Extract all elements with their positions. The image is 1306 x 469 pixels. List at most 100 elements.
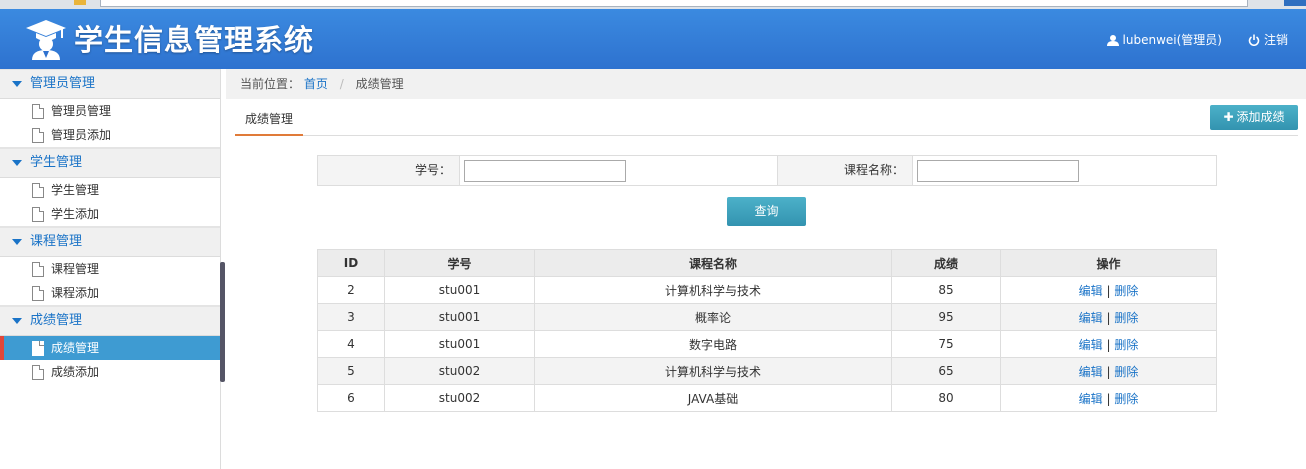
- delete-link[interactable]: 删除: [1114, 365, 1138, 379]
- cell-actions: 编辑 | 删除: [1000, 357, 1217, 385]
- caret-down-icon: [12, 81, 22, 87]
- browser-favicon-icon: [74, 0, 86, 5]
- cell-actions: 编辑 | 删除: [1000, 330, 1217, 358]
- sidebar-resize-handle[interactable]: [220, 262, 225, 382]
- graduate-cap-icon: [26, 20, 66, 60]
- edit-link[interactable]: 编辑: [1079, 284, 1103, 298]
- student-id-label: 学号：: [318, 156, 459, 185]
- cell-score: 65: [891, 357, 1001, 385]
- table-header-row: ID 学号 课程名称 成绩 操作: [317, 249, 1217, 277]
- column-header-course: 课程名称: [534, 249, 892, 277]
- cell-student-id: stu002: [384, 384, 535, 412]
- table-row: 2 stu001 计算机科学与技术 85 编辑 | 删除: [317, 276, 1217, 304]
- breadcrumb-prefix: 当前位置：: [240, 77, 301, 91]
- sidebar-item-score-add[interactable]: 成绩添加: [0, 360, 220, 384]
- cell-score: 80: [891, 384, 1001, 412]
- document-icon: [32, 261, 44, 277]
- sidebar-item-admin-manage[interactable]: 管理员管理: [0, 99, 220, 123]
- sidebar-group-student: 学生管理 学生管理 学生添加: [0, 148, 220, 227]
- current-user-label: lubenwei(管理员): [1122, 33, 1222, 47]
- logout-label: 注销: [1263, 33, 1288, 47]
- table-row: 4 stu001 数字电路 75 编辑 | 删除: [317, 330, 1217, 358]
- cell-student-id: stu001: [384, 303, 535, 331]
- current-user[interactable]: lubenwei(管理员): [1106, 31, 1222, 48]
- document-icon: [32, 285, 44, 301]
- document-icon: [32, 206, 44, 222]
- power-icon: [1248, 34, 1260, 46]
- delete-link[interactable]: 删除: [1114, 284, 1138, 298]
- course-name-label: 课程名称：: [778, 156, 912, 185]
- table-row: 6 stu002 JAVA基础 80 编辑 | 删除: [317, 384, 1217, 412]
- main-content: 当前位置： 首页 / 成绩管理 成绩管理 ✚ 添加成绩 学号： 课程名称： 查询 …: [226, 69, 1306, 469]
- document-icon: [32, 364, 44, 380]
- sidebar: 管理员管理 管理员管理 管理员添加 学生管理 学生管理 学生添加 课程管理 课程…: [0, 69, 221, 469]
- delete-link[interactable]: 删除: [1114, 311, 1138, 325]
- student-id-input[interactable]: [464, 159, 626, 182]
- delete-link[interactable]: 删除: [1114, 392, 1138, 406]
- sidebar-item-course-manage[interactable]: 课程管理: [0, 257, 220, 281]
- sidebar-item-admin-add[interactable]: 管理员添加: [0, 123, 220, 147]
- cell-id: 6: [317, 384, 385, 412]
- cell-actions: 编辑 | 删除: [1000, 303, 1217, 331]
- cell-id: 3: [317, 303, 385, 331]
- delete-link[interactable]: 删除: [1114, 338, 1138, 352]
- cell-score: 85: [891, 276, 1001, 304]
- query-button[interactable]: 查询: [727, 197, 806, 226]
- document-icon: [32, 103, 44, 119]
- sidebar-item-student-manage[interactable]: 学生管理: [0, 178, 220, 202]
- caret-down-icon: [12, 318, 22, 324]
- sidebar-group-title[interactable]: 课程管理: [0, 227, 220, 257]
- cell-course: JAVA基础: [534, 384, 892, 412]
- browser-strip: [0, 0, 1306, 9]
- logout-button[interactable]: 注销: [1248, 31, 1288, 48]
- sidebar-group-title[interactable]: 成绩管理: [0, 306, 220, 336]
- sidebar-group-score: 成绩管理 成绩管理 成绩添加: [0, 306, 220, 384]
- plus-icon: ✚: [1223, 110, 1234, 124]
- caret-down-icon: [12, 160, 22, 166]
- sidebar-group-title[interactable]: 管理员管理: [0, 69, 220, 99]
- column-header-id: ID: [317, 249, 385, 277]
- edit-link[interactable]: 编辑: [1079, 338, 1103, 352]
- sidebar-group-course: 课程管理 课程管理 课程添加: [0, 227, 220, 306]
- student-id-cell: [459, 156, 778, 185]
- edit-link[interactable]: 编辑: [1079, 392, 1103, 406]
- browser-extension-icon[interactable]: [1284, 0, 1306, 6]
- add-score-button[interactable]: ✚ 添加成绩: [1210, 105, 1298, 130]
- tab-score-manage[interactable]: 成绩管理: [235, 105, 304, 136]
- breadcrumb-current: 成绩管理: [355, 77, 404, 91]
- user-icon: [1106, 34, 1119, 46]
- sidebar-group-admin: 管理员管理 管理员管理 管理员添加: [0, 69, 220, 148]
- column-header-actions: 操作: [1000, 249, 1217, 277]
- breadcrumb-home-link[interactable]: 首页: [304, 77, 328, 91]
- document-icon: [32, 127, 44, 143]
- sidebar-item-score-manage[interactable]: 成绩管理: [0, 336, 220, 360]
- sidebar-item-student-add[interactable]: 学生添加: [0, 202, 220, 226]
- address-bar[interactable]: [100, 0, 1248, 7]
- cell-student-id: stu001: [384, 276, 535, 304]
- table-row: 3 stu001 概率论 95 编辑 | 删除: [317, 303, 1217, 331]
- edit-link[interactable]: 编辑: [1079, 311, 1103, 325]
- breadcrumb: 当前位置： 首页 / 成绩管理: [226, 69, 1306, 99]
- sidebar-group-title[interactable]: 学生管理: [0, 148, 220, 178]
- course-name-cell: [912, 156, 1216, 185]
- search-form: 学号： 课程名称：: [317, 155, 1217, 186]
- tab-bar: 成绩管理: [235, 105, 1298, 136]
- app-title: 学生信息管理系统: [74, 23, 315, 57]
- edit-link[interactable]: 编辑: [1079, 365, 1103, 379]
- document-icon: [32, 340, 44, 356]
- caret-down-icon: [12, 239, 22, 245]
- cell-id: 5: [317, 357, 385, 385]
- cell-course: 计算机科学与技术: [534, 276, 892, 304]
- cell-course: 计算机科学与技术: [534, 357, 892, 385]
- sidebar-item-course-add[interactable]: 课程添加: [0, 281, 220, 305]
- cell-score: 95: [891, 303, 1001, 331]
- cell-course: 概率论: [534, 303, 892, 331]
- cell-score: 75: [891, 330, 1001, 358]
- cell-actions: 编辑 | 删除: [1000, 276, 1217, 304]
- column-header-student-id: 学号: [384, 249, 535, 277]
- course-name-input[interactable]: [917, 159, 1079, 182]
- app-logo: 学生信息管理系统: [24, 17, 315, 60]
- cell-course: 数字电路: [534, 330, 892, 358]
- breadcrumb-separator: /: [339, 77, 344, 91]
- column-header-score: 成绩: [891, 249, 1001, 277]
